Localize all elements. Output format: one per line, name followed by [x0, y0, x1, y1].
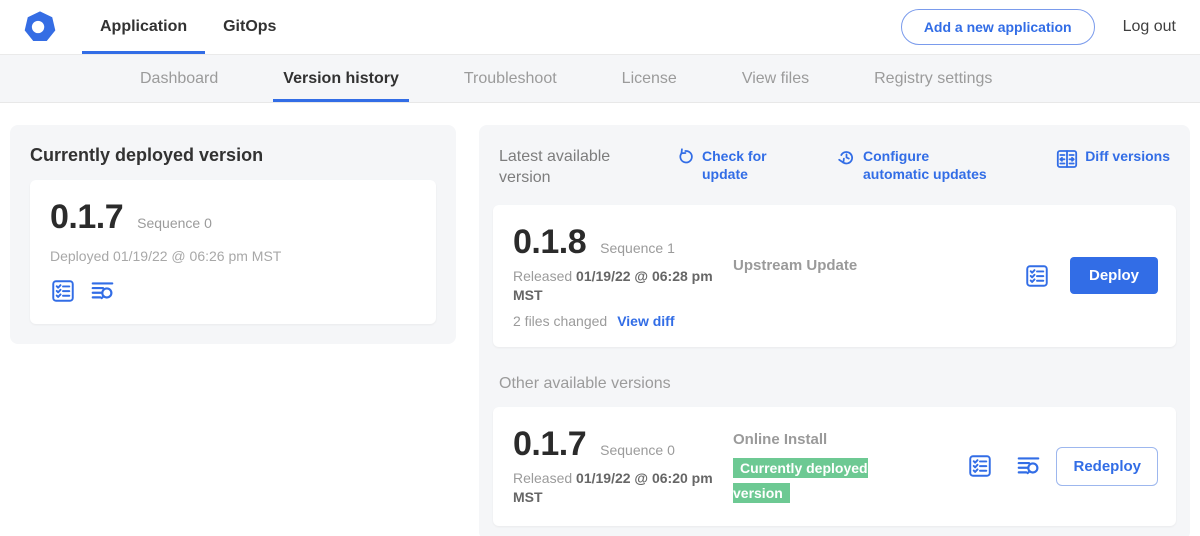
- check-for-update-button[interactable]: Check for update: [675, 147, 768, 183]
- automatic-updates-schedule-icon: [836, 147, 857, 168]
- subnav-item-registry-settings[interactable]: Registry settings: [864, 55, 1002, 102]
- deploy-logs-icon[interactable]: [89, 278, 116, 304]
- latest-released-timestamp: Released 01/19/22 @ 06:28 pm MST: [513, 267, 718, 306]
- subnav-troubleshoot-label: Troubleshoot: [464, 70, 557, 88]
- add-new-application-button[interactable]: Add a new application: [901, 9, 1095, 45]
- diff-versions-icon: [1055, 147, 1079, 171]
- main-content: Currently deployed version 0.1.7 Sequenc…: [0, 103, 1200, 536]
- latest-version-number: 0.1.8: [513, 223, 586, 262]
- deployed-sequence-label: Sequence 0: [137, 215, 212, 231]
- app-subnav: Dashboard Version history Troubleshoot L…: [0, 55, 1200, 103]
- diff-versions-label: Diff versions: [1085, 147, 1170, 166]
- subnav-view-files-label: View files: [742, 70, 809, 88]
- diff-versions-button[interactable]: Diff versions: [1055, 147, 1170, 171]
- deployed-timestamp: Deployed 01/19/22 @ 06:26 pm MST: [50, 248, 416, 264]
- tab-application-label: Application: [100, 18, 187, 36]
- deployed-version-card: 0.1.7 Sequence 0 Deployed 01/19/22 @ 06:…: [30, 180, 436, 324]
- released-label: Released: [513, 470, 572, 486]
- available-versions-header: Latest available version Check for updat…: [493, 139, 1176, 205]
- check-for-update-label: Check for update: [702, 147, 768, 183]
- subnav-license-label: License: [622, 70, 677, 88]
- currently-deployed-panel: Currently deployed version 0.1.7 Sequenc…: [10, 125, 456, 344]
- files-changed-label: 2 files changed: [513, 313, 607, 329]
- subnav-item-license[interactable]: License: [612, 55, 687, 102]
- version-config-checklist-icon[interactable]: [1024, 263, 1050, 289]
- other-sequence-label: Sequence 0: [600, 442, 675, 458]
- tab-application[interactable]: Application: [82, 0, 205, 54]
- deploy-logs-icon[interactable]: [1015, 453, 1042, 479]
- configure-automatic-updates-button[interactable]: Configure automatic updates: [836, 147, 995, 183]
- version-config-checklist-icon[interactable]: [50, 278, 76, 304]
- released-label: Released: [513, 268, 572, 284]
- other-available-versions-title: Other available versions: [499, 375, 1170, 393]
- other-source-label: Online Install: [733, 431, 967, 448]
- check-update-refresh-icon: [675, 147, 696, 168]
- subnav-item-version-history[interactable]: Version history: [273, 55, 409, 102]
- app-header: Application GitOps Add a new application…: [0, 0, 1200, 55]
- currently-deployed-badge-wrap: Currently deployed version: [733, 456, 885, 507]
- configure-automatic-updates-label: Configure automatic updates: [863, 147, 995, 183]
- subnav-dashboard-label: Dashboard: [140, 70, 218, 88]
- redeploy-button[interactable]: Redeploy: [1056, 447, 1158, 486]
- other-released-timestamp: Released 01/19/22 @ 06:20 pm MST: [513, 469, 718, 508]
- currently-deployed-badge: Currently deployed version: [733, 458, 868, 504]
- version-card-latest: 0.1.8 Sequence 1 Released 01/19/22 @ 06:…: [493, 205, 1176, 347]
- header-tabs: Application GitOps: [82, 0, 294, 54]
- version-config-checklist-icon[interactable]: [967, 453, 993, 479]
- version-history-panel: Latest available version Check for updat…: [479, 125, 1190, 536]
- header-right: Add a new application Log out: [901, 0, 1180, 54]
- latest-available-title: Latest available version: [499, 147, 625, 189]
- subnav-item-dashboard[interactable]: Dashboard: [130, 55, 228, 102]
- view-diff-link[interactable]: View diff: [617, 313, 674, 329]
- tab-gitops-label: GitOps: [223, 18, 276, 36]
- version-card-other: 0.1.7 Sequence 0 Released 01/19/22 @ 06:…: [493, 407, 1176, 526]
- subnav-item-view-files[interactable]: View files: [732, 55, 819, 102]
- logout-button[interactable]: Log out: [1123, 18, 1180, 36]
- subnav-version-history-label: Version history: [283, 70, 399, 88]
- deploy-button[interactable]: Deploy: [1070, 257, 1158, 294]
- other-version-number: 0.1.7: [513, 425, 586, 464]
- deployed-version-number: 0.1.7: [50, 198, 123, 237]
- subnav-registry-settings-label: Registry settings: [874, 70, 992, 88]
- replicated-kots-logo-icon: [24, 0, 56, 54]
- tab-gitops[interactable]: GitOps: [205, 0, 294, 54]
- currently-deployed-title: Currently deployed version: [30, 145, 436, 166]
- latest-sequence-label: Sequence 1: [600, 240, 675, 256]
- latest-source-label: Upstream Update: [733, 257, 1024, 274]
- subnav-item-troubleshoot[interactable]: Troubleshoot: [454, 55, 567, 102]
